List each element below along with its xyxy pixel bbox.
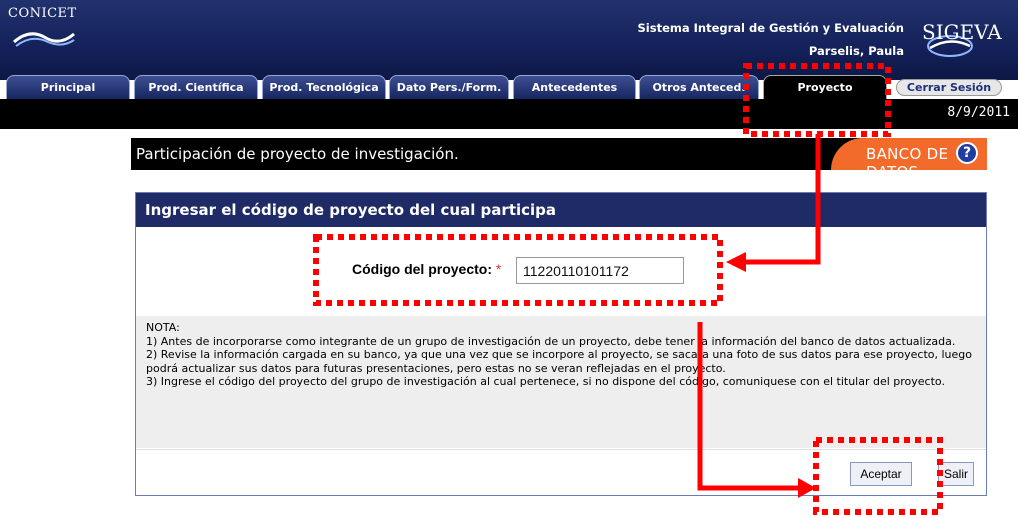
tab-principal[interactable]: Principal [6, 75, 130, 99]
note-line-2: 2) Revise la información cargada en su b… [146, 348, 972, 375]
project-code-label: Código del proyecto: * [352, 261, 501, 277]
date-bar: 8/9/2011 [0, 99, 1018, 129]
system-title: Sistema Integral de Gestión y Evaluación [637, 21, 904, 35]
tab-antecedentes[interactable]: Antecedentes [513, 75, 636, 99]
tab-prod-tecnologica[interactable]: Prod. Tecnológica [262, 75, 386, 99]
panel-heading: Ingresar el código de proyecto del cual … [136, 193, 986, 227]
project-code-input[interactable] [516, 257, 684, 284]
current-date: 8/9/2011 [947, 105, 1010, 120]
page-title: Participación de proyecto de investigaci… [136, 145, 459, 163]
sigeva-logo: SIGEVA [916, 16, 1008, 60]
conicet-logo-text: CONICET [8, 6, 77, 21]
tab-dato-pers-form[interactable]: Dato Pers./Form. [389, 75, 509, 99]
form-area: Código del proyecto: * [136, 227, 986, 305]
accept-button[interactable]: Aceptar [850, 462, 912, 486]
project-code-label-text: Código del proyecto: [352, 261, 492, 277]
tab-prod-cientifica[interactable]: Prod. Científica [134, 75, 258, 99]
required-mark: * [495, 261, 502, 277]
sigeva-logo-text: SIGEVA [922, 20, 1002, 44]
note-line-1: 1) Antes de incorporarse como integrante… [146, 334, 956, 348]
logout-button[interactable]: Cerrar Sesión [896, 79, 1002, 96]
tab-otros-anteced[interactable]: Otros Anteced. [639, 75, 759, 99]
app-header: CONICET Sistema Integral de Gestión y Ev… [0, 0, 1018, 80]
main-tabs: Principal Prod. Científica Prod. Tecnoló… [0, 75, 1018, 99]
exit-button[interactable]: Salir [938, 462, 974, 486]
note-title: NOTA: [146, 321, 180, 334]
tab-proyecto[interactable]: Proyecto [763, 75, 887, 99]
note-line-3: 3) Ingrese el código del proyecto del gr… [146, 375, 945, 389]
conicet-logo: CONICET [8, 6, 98, 58]
project-code-panel: Ingresar el código de proyecto del cual … [135, 192, 987, 496]
user-name: Parselis, Paula [808, 44, 904, 58]
note-box: NOTA: 1) Antes de incorporarse como inte… [136, 316, 986, 448]
conicet-swoosh-icon [13, 32, 75, 47]
page-title-bar: Participación de proyecto de investigaci… [131, 138, 987, 170]
help-icon[interactable]: ? [956, 142, 978, 164]
button-area: Aceptar Salir [136, 449, 986, 495]
